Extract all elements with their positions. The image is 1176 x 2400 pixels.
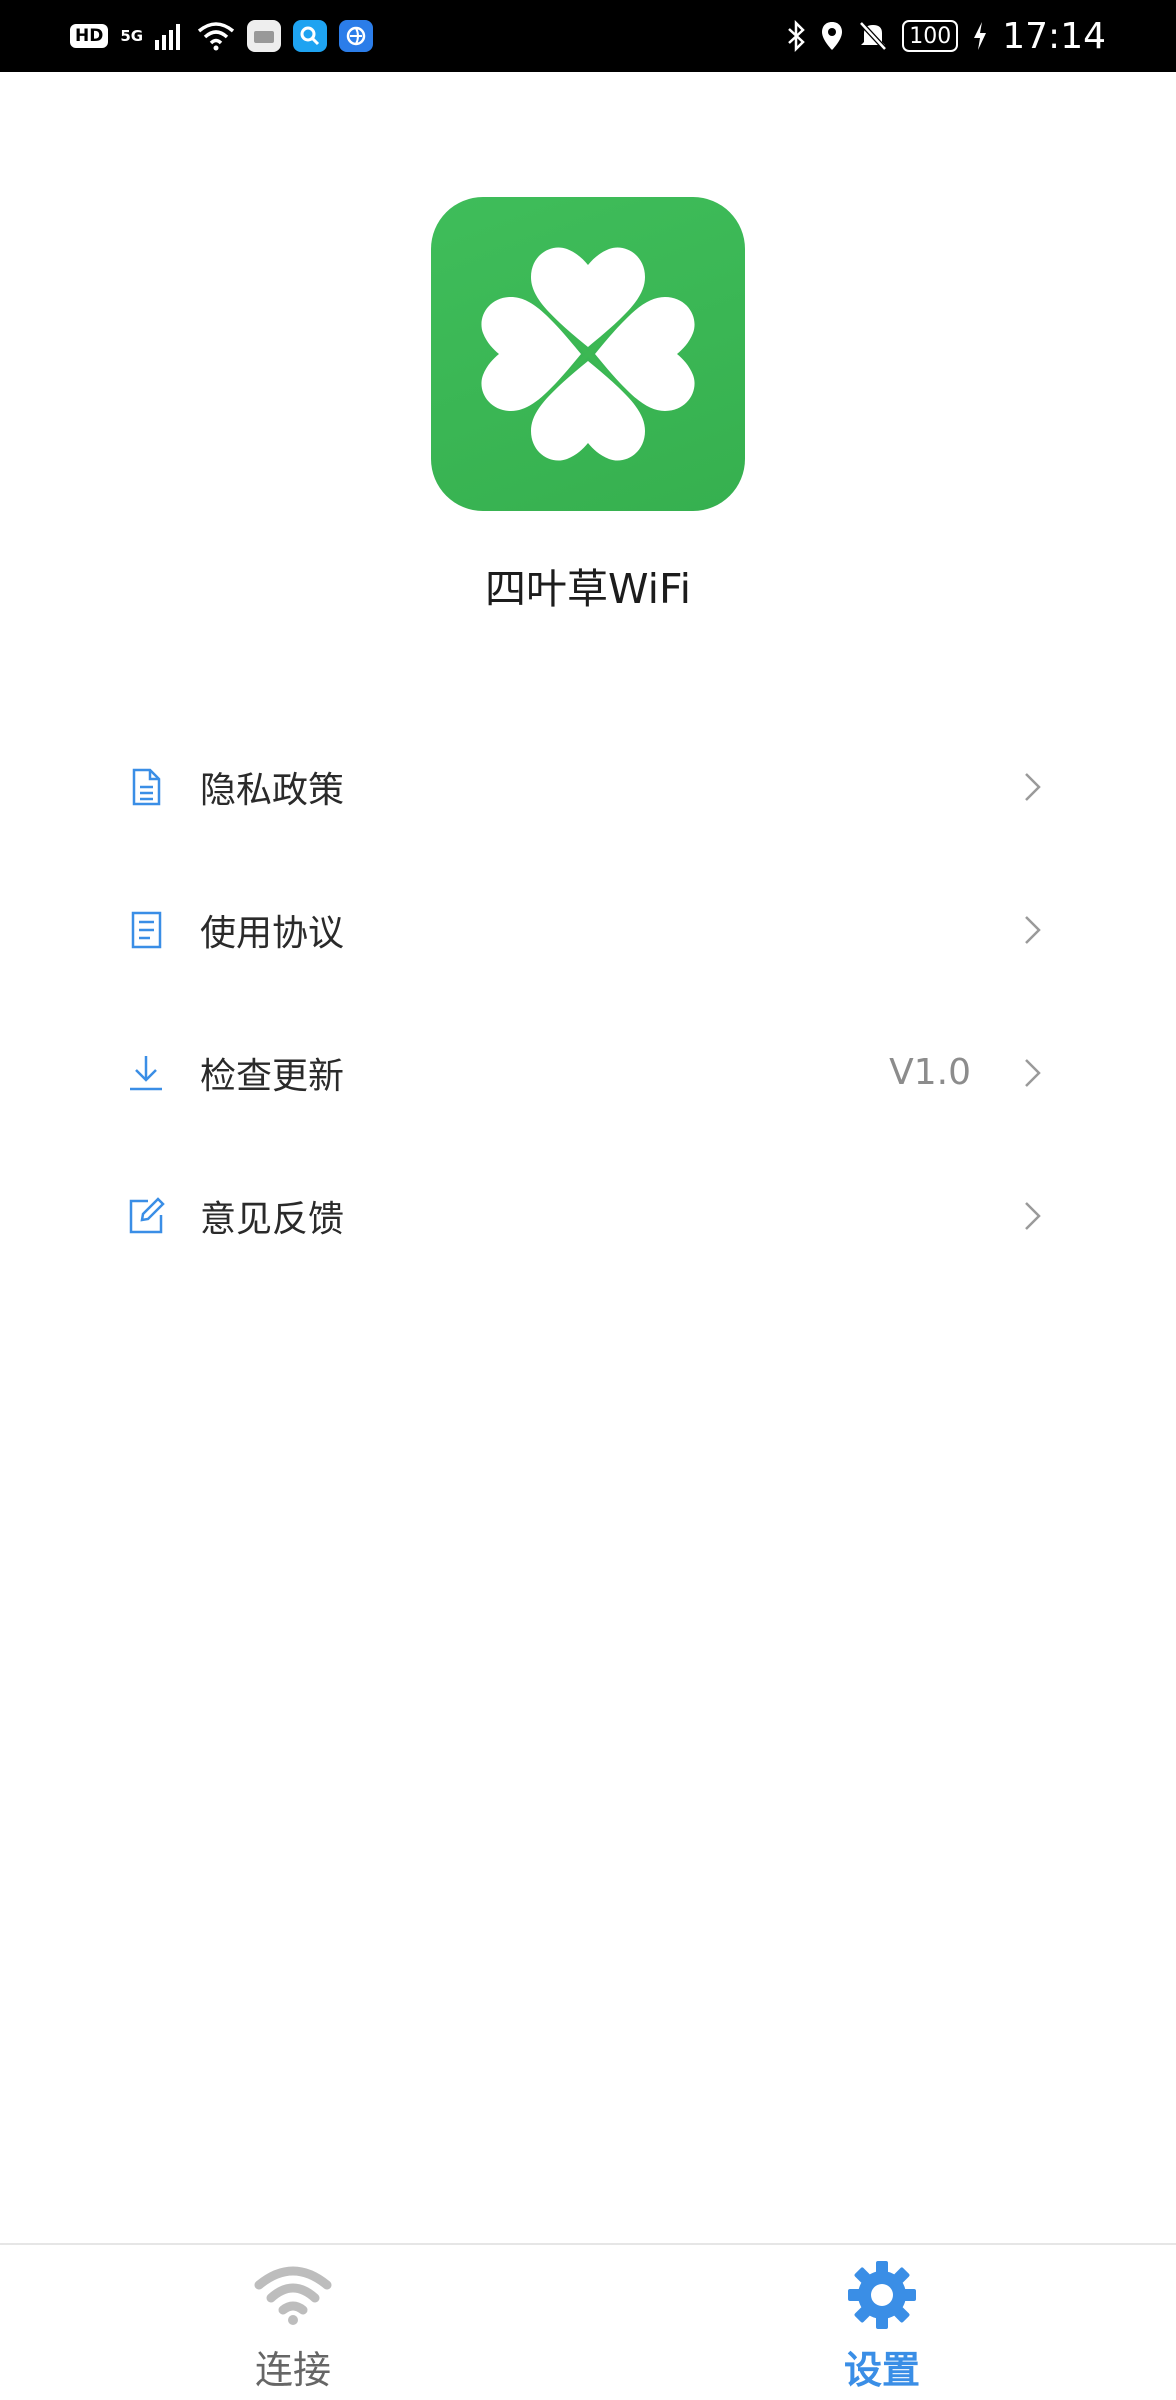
status-bar: HD 5G 100 17:14 [0, 0, 1176, 72]
tab-connect-label: 连接 [254, 2348, 331, 2392]
chevron-right-icon [1025, 1201, 1041, 1230]
menu-item-label: 意见反馈 [200, 1198, 345, 1240]
signal-icon [155, 24, 181, 50]
chevron-right-icon [1025, 772, 1041, 801]
wifi-status-icon [197, 22, 235, 51]
document-icon [132, 768, 161, 805]
bottom-navigation: 连接 设置 [0, 2243, 1176, 2400]
search-app-icon [293, 20, 328, 52]
charging-icon [974, 22, 987, 50]
tab-settings[interactable]: 设置 [732, 2245, 1032, 2400]
location-icon [822, 22, 843, 50]
settings-menu: 隐私政策 使用协议 检查更新 V1.0 意见反馈 [0, 715, 1176, 1287]
hd-badge: HD [70, 24, 109, 48]
menu-item-privacy-policy[interactable]: 隐私政策 [0, 715, 1176, 858]
clock: 17:14 [1002, 15, 1106, 57]
clover-icon [481, 247, 695, 461]
gear-icon [848, 2261, 916, 2329]
menu-item-label: 使用协议 [200, 912, 345, 954]
menu-item-feedback[interactable]: 意见反馈 [0, 1144, 1176, 1287]
chevron-right-icon [1025, 1058, 1041, 1087]
huawei-icon [247, 20, 282, 52]
mute-icon [859, 21, 888, 51]
browser-icon [339, 20, 374, 52]
version-value: V1.0 [889, 1052, 971, 1093]
list-document-icon [131, 911, 162, 948]
menu-item-label: 检查更新 [200, 1055, 345, 1097]
chevron-right-icon [1025, 915, 1041, 944]
menu-item-terms-of-use[interactable]: 使用协议 [0, 858, 1176, 1001]
tab-connect[interactable]: 连接 [143, 2245, 443, 2400]
menu-item-label: 隐私政策 [200, 769, 345, 811]
menu-item-check-update[interactable]: 检查更新 V1.0 [0, 1001, 1176, 1144]
edit-icon [129, 1196, 165, 1233]
app-name: 四叶草WiFi [484, 565, 692, 613]
app-logo [431, 197, 745, 511]
wifi-icon [254, 2266, 332, 2325]
bluetooth-icon [788, 20, 806, 52]
network-type: 5G [120, 27, 144, 45]
download-icon [130, 1055, 162, 1090]
status-bar-right: 100 17:14 [786, 16, 1176, 57]
tab-settings-label: 设置 [843, 2348, 920, 2392]
status-bar-left: HD 5G [0, 20, 374, 52]
battery-indicator: 100 [902, 20, 959, 52]
